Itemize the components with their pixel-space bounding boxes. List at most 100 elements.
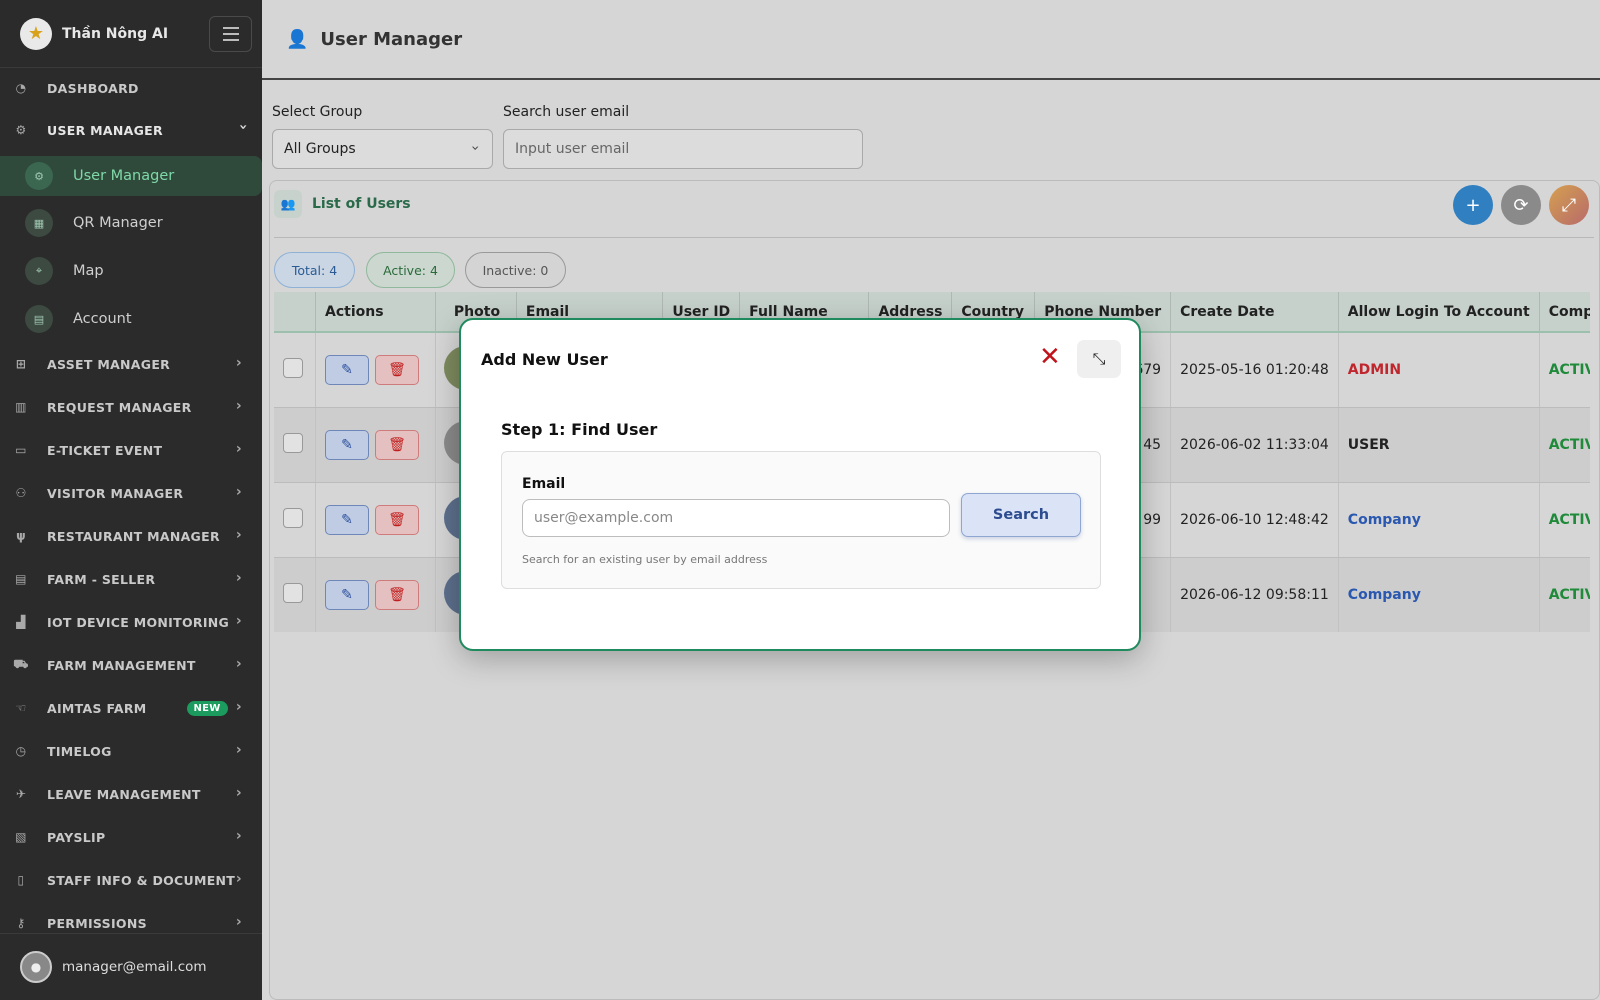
- sidebar-item-timelog[interactable]: ◷ TIMELOG ›: [0, 731, 262, 771]
- col-create-date: Create Date: [1170, 292, 1339, 333]
- utensils-icon: ψ: [16, 529, 26, 543]
- sidebar-item-label: RESTAURANT MANAGER: [47, 528, 220, 544]
- sidebar-item-iot-device-monitoring[interactable]: ▟ IOT DEVICE MONITORING ›: [0, 602, 262, 642]
- users-gear-icon: ⚙: [15, 123, 27, 137]
- refresh-button[interactable]: ⟳: [1501, 185, 1541, 225]
- trash-icon[interactable]: 🗑: [375, 579, 420, 610]
- sidebar-item-restaurant-manager[interactable]: ψ RESTAURANT MANAGER ›: [0, 516, 262, 556]
- tractor-icon: ⛟: [13, 657, 29, 671]
- sidebar-item-dashboard[interactable]: ◔ DASHBOARD: [0, 68, 262, 108]
- sidebar-item-label: REQUEST MANAGER: [47, 399, 192, 415]
- clipboard-icon: ▥: [15, 400, 27, 414]
- new-badge: NEW: [186, 700, 228, 716]
- chevron-right-icon: ›: [235, 613, 242, 629]
- step-heading: Step 1: Find User: [501, 420, 658, 439]
- document-icon: ▯: [17, 873, 25, 887]
- sidebar-item-farm-seller[interactable]: ▤ FARM - SELLER ›: [0, 559, 262, 599]
- sidebar-item-asset-manager[interactable]: ⊞ ASSET MANAGER ›: [0, 344, 262, 384]
- sidebar-subitem-label: User Manager: [73, 168, 175, 184]
- edit-icon[interactable]: ✎: [325, 504, 370, 535]
- sidebar-item-label: STAFF INFO & DOCUMENT: [47, 872, 236, 888]
- chevron-right-icon: ›: [235, 742, 242, 758]
- total-badge[interactable]: Total: 4: [274, 252, 355, 288]
- row-create-date: 2026-06-12 09:58:11: [1170, 557, 1339, 632]
- email-search-label: Search user email: [503, 104, 630, 120]
- list-title: List of Users: [312, 196, 411, 212]
- row-checkbox-cell: [274, 482, 317, 558]
- row-checkbox[interactable]: [283, 432, 303, 453]
- page-title: User Manager: [320, 28, 463, 50]
- modal-email-input[interactable]: [522, 499, 950, 537]
- group-select[interactable]: All Groups ›: [272, 129, 493, 169]
- trash-icon[interactable]: 🗑: [375, 504, 420, 535]
- chevron-right-icon: ›: [235, 785, 242, 801]
- chevron-down-icon: ›: [234, 123, 251, 131]
- menu-toggle-button[interactable]: [209, 16, 252, 52]
- sidebar-subitem-qr-manager[interactable]: ▦ QR Manager: [0, 203, 262, 243]
- edit-icon[interactable]: ✎: [325, 354, 370, 385]
- users-gear-icon: ⚙: [25, 162, 53, 190]
- sidebar-subitem-user-manager[interactable]: ⚙ User Manager: [0, 156, 262, 196]
- add-user-button[interactable]: +: [1453, 185, 1493, 225]
- sidebar-item-request-manager[interactable]: ▥ REQUEST MANAGER ›: [0, 387, 262, 427]
- sidebar-subitem-label: Map: [73, 263, 104, 279]
- row-role: Company: [1338, 557, 1540, 632]
- brand: ★ Thần Nông AI: [0, 0, 262, 68]
- chevron-right-icon: ›: [235, 828, 242, 844]
- sidebar-subitem-label: QR Manager: [73, 215, 163, 231]
- sidebar-item-staff-info-document[interactable]: ▯ STAFF INFO & DOCUMENT ›: [0, 860, 262, 900]
- chevron-right-icon: ›: [235, 656, 242, 672]
- card-divider: [274, 237, 1594, 238]
- expand-button[interactable]: ⤢: [1549, 185, 1589, 225]
- sidebar-item-user-manager[interactable]: ⚙ USER MANAGER ›: [0, 110, 262, 150]
- sidebar-subitem-map[interactable]: ⌖ Map: [0, 251, 262, 291]
- email-search-input[interactable]: [503, 129, 863, 169]
- row-status: ACTIVA: [1539, 332, 1590, 408]
- row-create-date: 2026-06-10 12:48:42: [1170, 482, 1339, 558]
- row-checkbox[interactable]: [283, 357, 303, 378]
- close-icon[interactable]: ✕: [1039, 342, 1061, 372]
- chevron-right-icon: ›: [235, 699, 242, 715]
- card-header: 👥 List of Users: [274, 190, 411, 218]
- sidebar-item-leave-management[interactable]: ✈ LEAVE MANAGEMENT ›: [0, 774, 262, 814]
- chevron-right-icon: ›: [235, 871, 242, 887]
- trash-icon[interactable]: 🗑: [375, 354, 420, 385]
- row-actions: ✎ 🗑: [315, 482, 436, 558]
- active-badge[interactable]: Active: 4: [366, 252, 455, 288]
- chevron-right-icon: ›: [235, 484, 242, 500]
- chevron-right-icon: ›: [235, 570, 242, 586]
- page-header: 👤 User Manager: [262, 0, 1600, 80]
- users-icon: 👥: [274, 190, 302, 218]
- sidebar-item-visitor-manager[interactable]: ⚇ VISITOR MANAGER ›: [0, 473, 262, 513]
- sidebar-item-label: USER MANAGER: [47, 122, 163, 138]
- row-actions: ✎ 🗑: [315, 407, 436, 483]
- edit-icon[interactable]: ✎: [325, 579, 370, 610]
- sidebar-item-aimtas-farm[interactable]: ☜ AIMTAS FARM NEW ›: [0, 688, 262, 728]
- collapse-icon[interactable]: ⤡: [1077, 340, 1121, 378]
- sidebar-item-e-ticket-event[interactable]: ▭ E-TICKET EVENT ›: [0, 430, 262, 470]
- chart-icon: ▟: [16, 615, 26, 629]
- search-button[interactable]: Search: [961, 493, 1081, 537]
- row-checkbox[interactable]: [283, 582, 303, 603]
- row-status: ACTIVA: [1539, 557, 1590, 632]
- sidebar: ★ Thần Nông AI ◔ DASHBOARD ⚙ USER MANAGE…: [0, 0, 262, 1000]
- row-checkbox-cell: [274, 407, 317, 483]
- find-user-panel: Email Search Search for an existing user…: [501, 451, 1101, 589]
- sidebar-user[interactable]: ● manager@email.com: [0, 933, 262, 1000]
- ticket-icon: ▭: [15, 443, 27, 457]
- sidebar-subitem-account[interactable]: ▤ Account: [0, 299, 262, 339]
- col-select: [274, 292, 317, 333]
- inactive-badge[interactable]: Inactive: 0: [465, 252, 566, 288]
- row-checkbox-cell: [274, 557, 317, 632]
- chevron-right-icon: ›: [235, 355, 242, 371]
- trash-icon[interactable]: 🗑: [375, 429, 420, 460]
- sidebar-item-farm-management[interactable]: ⛟ FARM MANAGEMENT ›: [0, 645, 262, 685]
- chevron-right-icon: ›: [235, 398, 242, 414]
- chevron-right-icon: ›: [235, 527, 242, 543]
- edit-icon[interactable]: ✎: [325, 429, 370, 460]
- sidebar-item-label: E-TICKET EVENT: [47, 442, 163, 458]
- map-icon: ⌖: [25, 257, 53, 285]
- row-checkbox[interactable]: [283, 507, 303, 528]
- logo-icon: ★: [20, 17, 52, 50]
- sidebar-item-payslip[interactable]: ▧ PAYSLIP ›: [0, 817, 262, 857]
